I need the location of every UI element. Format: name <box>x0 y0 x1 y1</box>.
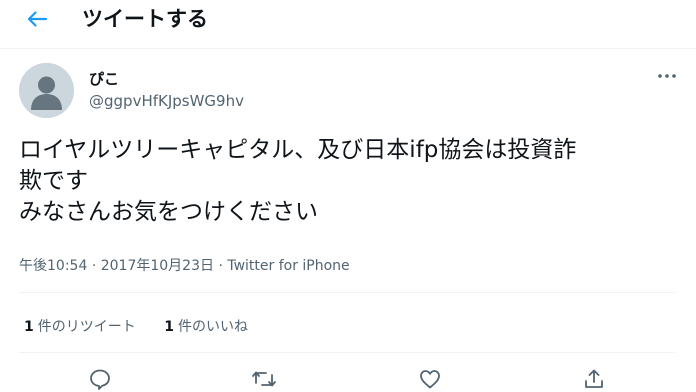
retweet-button[interactable] <box>251 367 277 391</box>
reply-button[interactable] <box>87 367 113 391</box>
tweet-line: みなさんお気をつけください <box>19 199 318 225</box>
tweet-line: ロイヤルツリーキャピタル、及び日本ifp協会は投資詐 <box>19 137 577 163</box>
back-arrow-icon <box>27 11 48 27</box>
tweet-time[interactable]: 午後10:54 <box>19 258 87 274</box>
retweet-count: 1 <box>24 319 34 335</box>
meta-separator: · <box>218 258 223 274</box>
meta-separator: · <box>91 258 97 274</box>
tweet-date[interactable]: 2017年10月23日 <box>101 258 214 274</box>
author-handle: @ggpvHfKJpsWG9hv <box>89 92 244 110</box>
tweet-text: ロイヤルツリーキャピタル、及び日本ifp協会は投資詐 欺です みなさんお気をつけ… <box>19 135 689 228</box>
avatar[interactable] <box>19 63 74 118</box>
tweet-source[interactable]: Twitter for iPhone <box>227 258 349 274</box>
header: ツイートする <box>0 0 696 49</box>
tweet-line: 欺です <box>19 168 88 194</box>
tweet-meta: 午後10:54 · 2017年10月23日 · Twitter for iPho… <box>19 255 350 275</box>
like-count: 1 <box>164 319 174 335</box>
likes-stat[interactable]: 1 件のいいね <box>164 316 248 336</box>
back-button[interactable] <box>22 6 52 32</box>
like-icon <box>420 370 440 389</box>
retweets-stat[interactable]: 1 件のリツイート <box>24 316 136 336</box>
divider <box>19 352 675 353</box>
share-button[interactable] <box>581 367 607 391</box>
more-dots-icon <box>658 74 676 78</box>
author-name[interactable]: ぴこ <box>89 68 119 89</box>
retweet-icon <box>252 371 276 387</box>
reply-icon <box>90 369 110 390</box>
like-label: 件のいいね <box>177 319 248 335</box>
like-button[interactable] <box>417 367 443 391</box>
divider <box>19 292 675 293</box>
share-icon <box>585 369 603 388</box>
page-title: ツイートする <box>82 7 208 31</box>
tweet-stats: 1 件のリツイート 1 件のいいね <box>24 316 248 336</box>
retweet-label: 件のリツイート <box>37 319 136 335</box>
default-avatar-icon <box>19 63 74 118</box>
more-options-button[interactable] <box>654 66 680 86</box>
